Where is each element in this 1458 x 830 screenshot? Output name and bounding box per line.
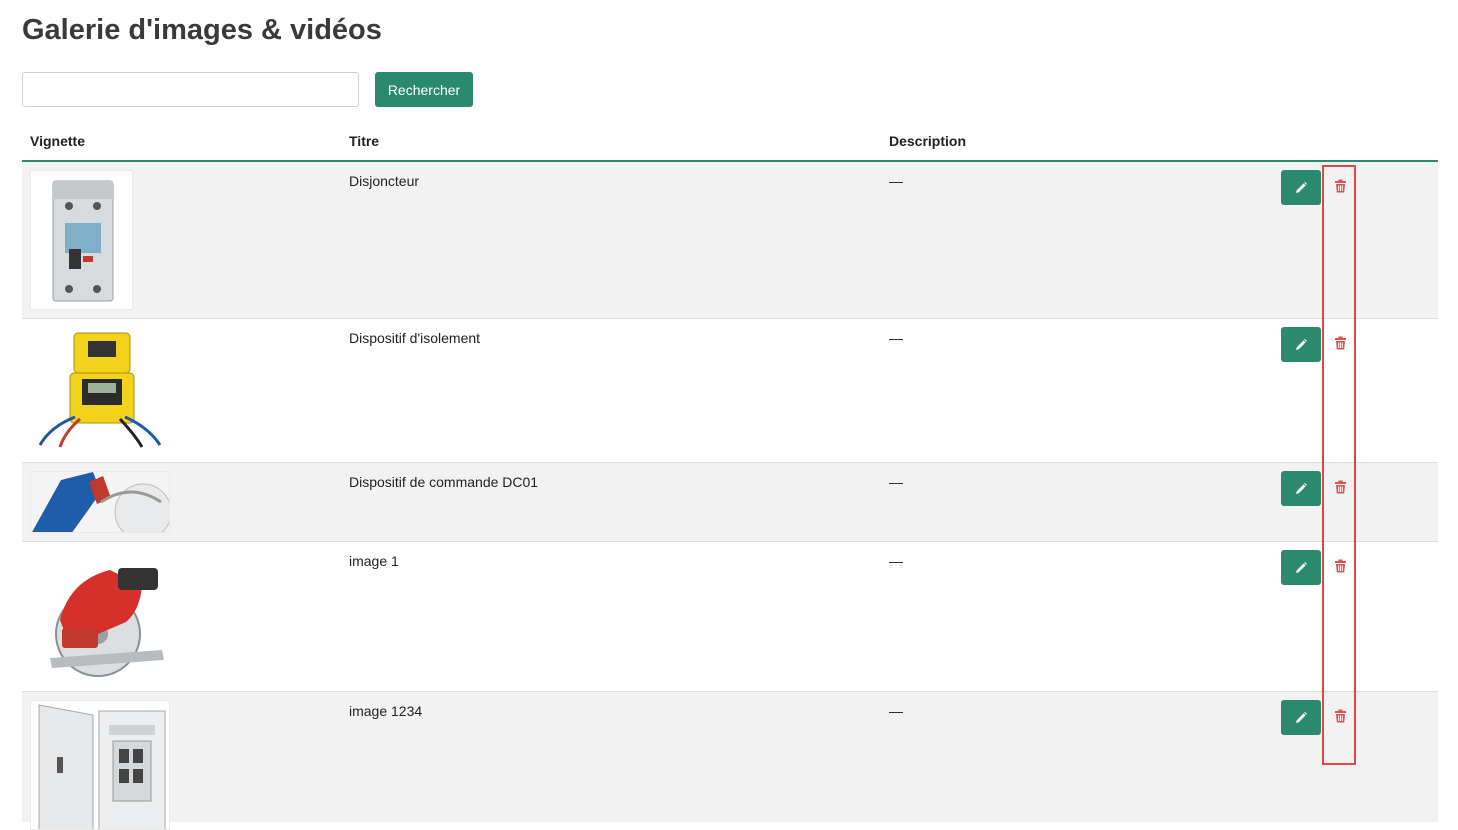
row-description: — — [889, 173, 903, 189]
column-header-description: Description — [889, 133, 967, 149]
edit-button[interactable] — [1281, 471, 1321, 506]
row-description: — — [889, 703, 903, 719]
pencil-icon — [1296, 711, 1307, 723]
page-title: Galerie d'images & vidéos — [22, 14, 382, 46]
table-row: Dispositif d'isolement — — [22, 319, 1438, 463]
row-title: image 1234 — [349, 703, 423, 719]
circular-saw-image — [30, 550, 170, 682]
pencil-icon — [1296, 482, 1307, 494]
column-header-vignette: Vignette — [30, 133, 85, 149]
edit-button[interactable] — [1281, 170, 1321, 205]
highlight-box — [1322, 165, 1356, 765]
edit-button[interactable] — [1281, 700, 1321, 735]
row-description: — — [889, 553, 903, 569]
row-title: Dispositif d'isolement — [349, 330, 481, 346]
edit-button[interactable] — [1281, 327, 1321, 362]
gallery-table: Vignette Titre Description Disjoncteur — — [22, 122, 1438, 830]
search-input[interactable] — [22, 72, 359, 107]
search-button[interactable]: Rechercher — [375, 72, 473, 107]
insulation-tester-image — [30, 327, 170, 452]
table-header: Vignette Titre Description — [22, 122, 1438, 162]
circuit-breaker-image — [30, 170, 133, 310]
electrical-panel-image — [30, 700, 170, 830]
table-row: image 1 — — [22, 542, 1438, 692]
table-row: image 1234 — — [22, 692, 1438, 830]
pencil-icon — [1296, 181, 1307, 193]
row-title: Disjoncteur — [349, 173, 420, 189]
power-tool-image — [30, 471, 170, 533]
pencil-icon — [1296, 338, 1307, 350]
table-row: Disjoncteur — — [22, 162, 1438, 319]
edit-button[interactable] — [1281, 550, 1321, 585]
row-title: Dispositif de commande DC01 — [349, 474, 539, 490]
row-description: — — [889, 330, 903, 346]
column-header-titre: Titre — [349, 133, 380, 149]
row-title: image 1 — [349, 553, 399, 569]
pencil-icon — [1296, 561, 1307, 573]
row-description: — — [889, 474, 903, 490]
table-row: Dispositif de commande DC01 — — [22, 463, 1438, 542]
